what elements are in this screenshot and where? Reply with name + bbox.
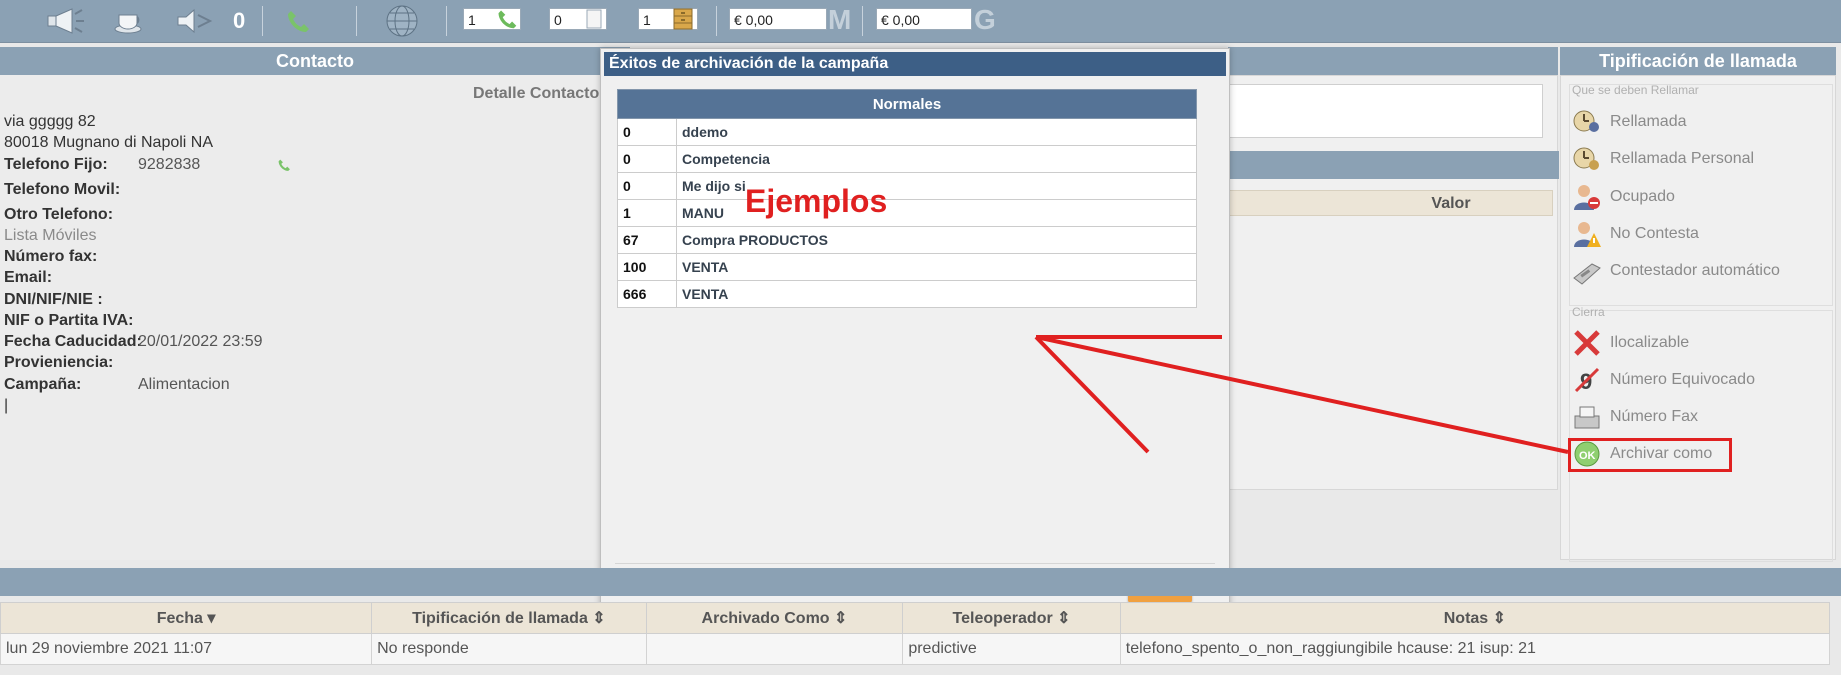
history-column-header[interactable]: Tipificación de llamada ⇕ [371, 602, 647, 634]
history-cell: predictive [902, 633, 1121, 665]
history-column-header[interactable]: Fecha ▾ [0, 602, 373, 634]
history-column-header[interactable]: Notas ⇕ [1119, 602, 1831, 634]
arrow-head-bottom [1034, 335, 1150, 454]
call-history-table: Fecha ▾ Tipificación de llamada ⇕ Archivad… [0, 602, 1831, 665]
history-column-header[interactable]: Archivado Como ⇕ [645, 602, 904, 634]
history-row[interactable]: lun 29 noviembre 2021 11:07 No responde pr… [0, 633, 1831, 665]
arrow-shaft [1035, 335, 1569, 454]
history-header-bar [0, 568, 1841, 596]
history-cell: No responde [371, 633, 647, 665]
history-cell [645, 633, 904, 665]
history-cell: telefono_spento_o_non_raggiungibile hcau… [1119, 633, 1831, 665]
history-cell: lun 29 noviembre 2021 11:07 [0, 633, 373, 665]
history-column-header[interactable]: Teleoperador ⇕ [902, 602, 1121, 634]
